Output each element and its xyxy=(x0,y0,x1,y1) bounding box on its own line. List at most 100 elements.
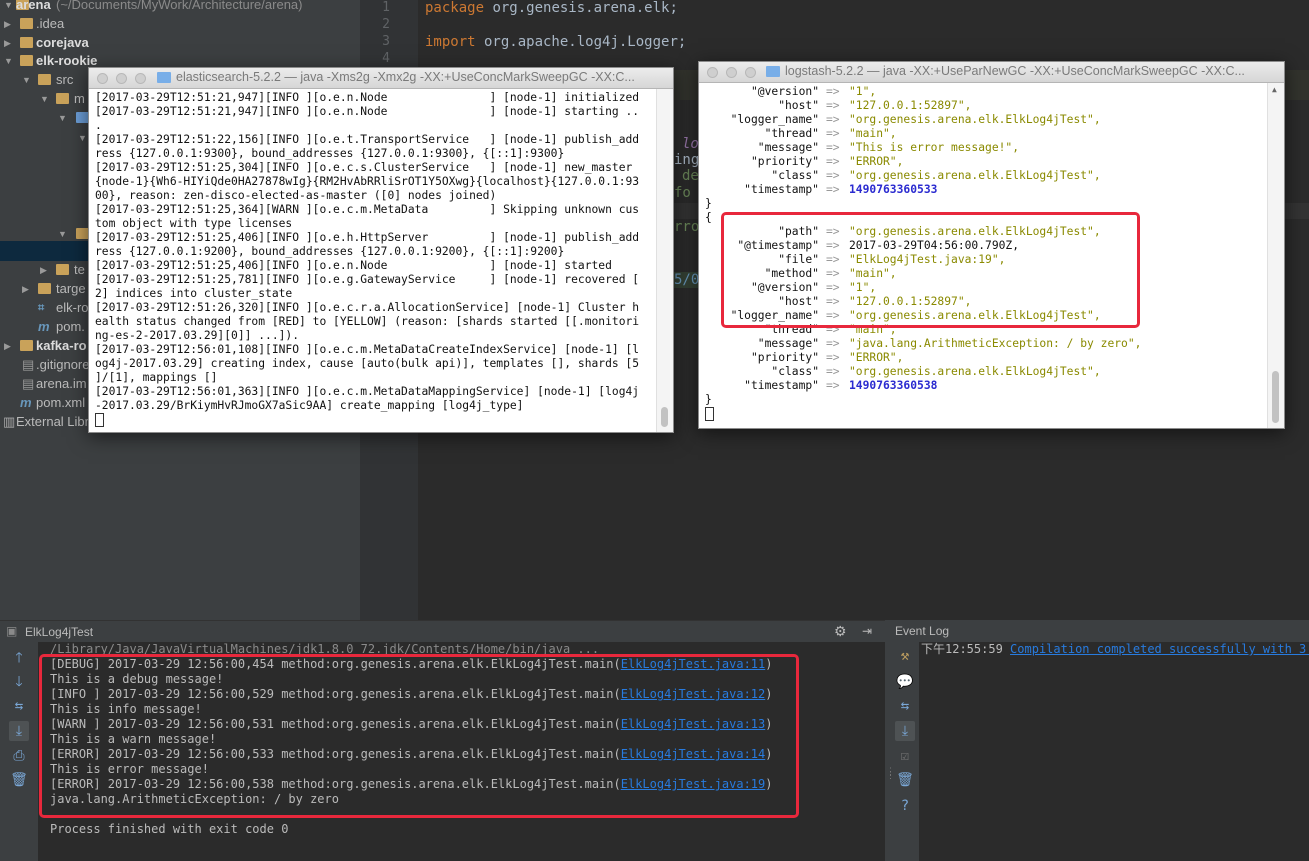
json-arrow: => xyxy=(826,337,840,350)
event-time: 下午12:55:59 xyxy=(921,642,1003,656)
minimize-window-button[interactable] xyxy=(726,67,737,78)
scroll-to-end-icon[interactable]: ⤓ xyxy=(9,721,29,741)
chevron-right-icon[interactable]: ▶ xyxy=(4,14,11,34)
chevron-right-icon[interactable]: ▶ xyxy=(4,33,11,53)
arrow-up-icon[interactable]: 🡑 xyxy=(9,648,29,668)
root-path: (~/Documents/MyWork/Architecture/arena) xyxy=(56,0,303,12)
elasticsearch-terminal-window[interactable]: elasticsearch-5.2.2 — java -Xms2g -Xmx2g… xyxy=(88,67,674,433)
json-key: "thread" xyxy=(764,127,819,140)
soft-wrap-icon[interactable]: ⇆ xyxy=(9,696,29,716)
json-value: "1", xyxy=(849,85,877,98)
terminal-line: ]/[1], mappings [] xyxy=(95,371,218,384)
json-value: "ERROR", xyxy=(849,155,904,168)
scroll-up-icon[interactable]: ▲ xyxy=(1272,85,1277,94)
terminal-line: [2017-03-29T12:51:21,947][INFO ][o.e.n.N… xyxy=(95,105,640,118)
close-window-button[interactable] xyxy=(707,67,718,78)
tree-item-idea[interactable]: ▶ .idea xyxy=(0,14,420,34)
json-key: "logger_name" xyxy=(730,113,819,126)
folder-icon xyxy=(20,18,33,29)
json-arrow: => xyxy=(826,99,840,112)
tree-item-corejava[interactable]: ▶ corejava xyxy=(0,33,420,53)
keyword: import xyxy=(425,34,476,50)
event-log-title[interactable]: Event Log xyxy=(895,624,949,638)
terminal-line: [2017-03-29T12:51:25,406][INFO ][o.e.n.N… xyxy=(95,259,612,272)
json-value: "ERROR", xyxy=(849,351,904,364)
minimize-window-button[interactable] xyxy=(116,73,127,84)
window-titlebar[interactable]: elasticsearch-5.2.2 — java -Xms2g -Xmx2g… xyxy=(89,68,673,89)
tree-item-label: targe xyxy=(56,281,86,296)
line-number: 3 xyxy=(382,34,390,49)
folder-icon xyxy=(20,340,33,351)
json-key: "message" xyxy=(757,141,819,154)
scrollbar-thumb[interactable] xyxy=(661,407,668,427)
event-log-toolbar: ⚒ 💬 ⇆ ⤓ ☑ 🗑 ? xyxy=(891,642,919,861)
arrow-down-icon[interactable]: 🡓 xyxy=(9,672,29,692)
print-icon[interactable]: ⎙ xyxy=(9,746,29,766)
json-key: "host" xyxy=(778,99,819,112)
window-title: elasticsearch-5.2.2 — java -Xms2g -Xmx2g… xyxy=(176,70,635,84)
balloon-icon[interactable]: 💬 xyxy=(895,672,915,692)
settings-gear-icon[interactable]: ⚙ xyxy=(834,623,847,640)
chevron-right-icon[interactable]: ▶ xyxy=(40,260,47,280)
maven-file-icon: m xyxy=(38,319,50,334)
window-titlebar[interactable]: logstash-5.2.2 — java -XX:+UseParNewGC -… xyxy=(699,62,1284,83)
run-tab-title[interactable]: ElkLog4jTest xyxy=(25,625,93,639)
scroll-to-end-icon[interactable]: ⤓ xyxy=(895,721,915,741)
json-arrow: => xyxy=(826,379,840,392)
chevron-down-icon[interactable]: ▼ xyxy=(4,0,13,15)
line-number: 4 xyxy=(382,51,390,66)
terminal-cursor xyxy=(705,407,714,421)
terminal-line: og4j-2017.03.29] creating index, cause [… xyxy=(95,357,640,370)
json-value: "org.genesis.arena.elk.ElkLog4jTest", xyxy=(849,113,1101,126)
exit-line: Process finished with exit code 0 xyxy=(50,822,289,836)
terminal-output[interactable]: [2017-03-29T12:51:21,947][INFO ][o.e.n.N… xyxy=(89,89,673,432)
window-title: logstash-5.2.2 — java -XX:+UseParNewGC -… xyxy=(785,64,1245,78)
tree-root[interactable]: ▼ arena (~/Documents/MyWork/Architecture… xyxy=(0,0,420,15)
event-log-output[interactable]: 下午12:55:59 Compilation completed success… xyxy=(919,642,1309,861)
json-value: "main", xyxy=(849,127,897,140)
folder-icon xyxy=(20,55,33,66)
chevron-right-icon[interactable]: ▶ xyxy=(22,279,29,299)
chevron-right-icon[interactable]: ▶ xyxy=(4,336,11,356)
mark-read-icon[interactable]: ☑ xyxy=(895,746,915,766)
json-key: "@version" xyxy=(750,85,819,98)
zoom-window-button[interactable] xyxy=(135,73,146,84)
trash-icon[interactable]: 🗑 xyxy=(9,770,29,790)
zoom-window-button[interactable] xyxy=(745,67,756,78)
chevron-down-icon[interactable]: ▼ xyxy=(40,89,49,109)
help-icon[interactable]: ? xyxy=(895,796,915,816)
json-arrow: => xyxy=(826,169,840,182)
event-log-entry: 下午12:55:59 Compilation completed success… xyxy=(921,642,1309,657)
root-name: arena xyxy=(16,0,51,12)
scrollbar[interactable] xyxy=(656,89,673,432)
chevron-down-icon[interactable]: ▼ xyxy=(78,128,87,148)
wrench-icon[interactable]: ⚒ xyxy=(895,646,915,666)
terminal-line: [2017-03-29T12:51:22,156][INFO ][o.e.t.T… xyxy=(95,133,640,146)
json-key: "class" xyxy=(771,169,819,182)
tree-item-label: pom. xyxy=(56,319,85,334)
chevron-down-icon[interactable]: ▼ xyxy=(22,70,31,90)
soft-wrap-icon[interactable]: ⇆ xyxy=(895,696,915,716)
json-key: "priority" xyxy=(750,351,819,364)
terminal-line: . xyxy=(95,119,102,132)
json-key: "message" xyxy=(757,337,819,350)
code-line-3: import org.apache.log4j.Logger; xyxy=(425,34,686,50)
terminal-cursor xyxy=(95,413,104,427)
folder-icon xyxy=(38,283,51,294)
trash-icon[interactable]: 🗑 xyxy=(895,770,915,790)
scrollbar-thumb[interactable] xyxy=(1272,371,1279,423)
text-file-icon: ▤ xyxy=(22,376,35,391)
json-value: 1490763360533 xyxy=(849,183,938,196)
event-message-link[interactable]: Compilation completed successfully with … xyxy=(1010,642,1309,656)
chevron-down-icon[interactable]: ▼ xyxy=(4,51,13,71)
event-log-header: Event Log xyxy=(891,620,1309,642)
terminal-line: -2017.03.29/BrKiymHvRJmoGX7aSic9AA] crea… xyxy=(95,399,524,412)
chevron-down-icon[interactable]: ▼ xyxy=(58,108,67,128)
terminal-line: [2017-03-29T12:51:25,304][INFO ][o.e.c.s… xyxy=(95,161,633,174)
json-arrow: => xyxy=(826,113,840,126)
close-window-button[interactable] xyxy=(97,73,108,84)
terminal-line: 00}, reason: zen-disco-elected-as-master… xyxy=(95,189,497,202)
terminal-line: ng-es-2-2017.03.29][0]] ...]). xyxy=(95,329,300,342)
hide-panel-icon[interactable]: ⇥ xyxy=(862,624,872,638)
scrollbar[interactable]: ▲ xyxy=(1267,83,1284,428)
